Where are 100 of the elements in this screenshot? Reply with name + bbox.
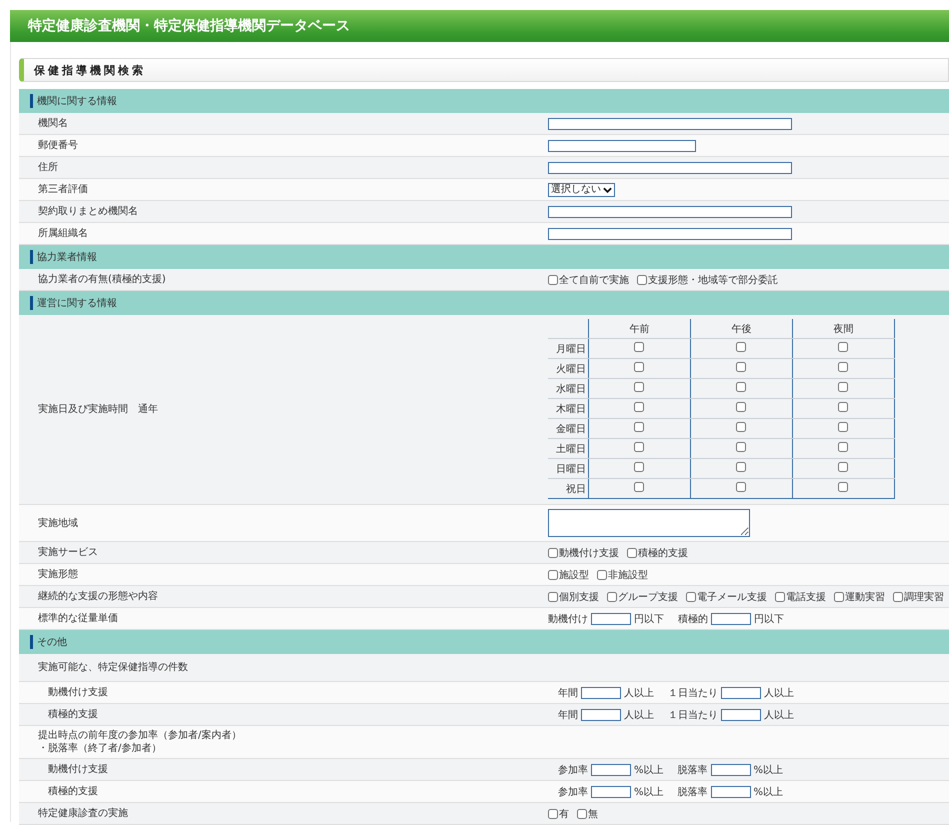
field-label: 継続的な支援の形態や内容 bbox=[38, 590, 158, 603]
checkbox[interactable] bbox=[838, 482, 848, 492]
checkbox-label: 有 bbox=[559, 808, 569, 820]
site-title: 特定健康診査機関・特定保健指導機関データベース bbox=[26, 17, 350, 35]
unit-label: １日当たり bbox=[668, 686, 718, 700]
field-label: 契約取りまとめ機関名 bbox=[38, 205, 138, 218]
unit-label: 年間 bbox=[558, 708, 578, 722]
checkbox[interactable] bbox=[634, 462, 644, 472]
field-label: 実施地域 bbox=[38, 516, 78, 530]
text-field[interactable] bbox=[548, 206, 792, 218]
unit-label: %以上 bbox=[754, 764, 784, 776]
number-field[interactable] bbox=[581, 686, 621, 698]
number-field[interactable] bbox=[591, 764, 631, 776]
checkbox[interactable] bbox=[838, 422, 848, 432]
checkbox[interactable] bbox=[736, 462, 746, 472]
field-label: 実施日及び実施時間 通年 bbox=[38, 403, 158, 416]
checkbox[interactable] bbox=[577, 808, 587, 818]
number-field[interactable] bbox=[710, 764, 751, 776]
checkbox-label: 積極的支援 bbox=[638, 546, 688, 560]
number-field[interactable] bbox=[721, 686, 761, 698]
text-field[interactable] bbox=[548, 140, 696, 152]
checkbox[interactable] bbox=[634, 402, 644, 412]
checkbox[interactable] bbox=[838, 442, 848, 452]
checkbox[interactable] bbox=[597, 570, 607, 580]
unit-label: %以上 bbox=[754, 786, 784, 798]
unit-label: 脱落率 bbox=[678, 786, 708, 798]
checkbox[interactable] bbox=[736, 442, 746, 452]
unit-label: 参加率 bbox=[558, 786, 588, 798]
unit-label: 脱落率 bbox=[678, 764, 708, 776]
checkbox[interactable] bbox=[607, 592, 617, 602]
text-field[interactable] bbox=[548, 118, 792, 130]
column-header: 午前 bbox=[630, 324, 650, 334]
checkbox[interactable] bbox=[634, 422, 644, 432]
number-field[interactable] bbox=[591, 786, 631, 798]
checkbox[interactable] bbox=[686, 592, 696, 602]
number-field[interactable] bbox=[581, 708, 621, 720]
field-label: 第三者評価 bbox=[38, 183, 88, 196]
checkbox[interactable] bbox=[736, 362, 746, 372]
checkbox-label: 動機付け支援 bbox=[559, 546, 619, 560]
field-label: 特定健康診査の実施 bbox=[38, 807, 128, 820]
checkbox-label: 調理実習 bbox=[904, 590, 944, 604]
checkbox[interactable] bbox=[548, 570, 558, 580]
number-field[interactable] bbox=[591, 612, 631, 624]
number-field[interactable] bbox=[710, 786, 751, 798]
checkbox[interactable] bbox=[736, 402, 746, 412]
field-label: 所属組織名 bbox=[38, 227, 88, 240]
text-area[interactable] bbox=[548, 509, 750, 537]
field-label: 実施形態 bbox=[38, 568, 78, 581]
day-label: 土曜日 bbox=[556, 444, 586, 454]
number-field[interactable] bbox=[711, 612, 751, 624]
unit-label: %以上 bbox=[634, 764, 664, 776]
dropdown[interactable]: 選択しない bbox=[548, 182, 615, 196]
checkbox[interactable] bbox=[834, 592, 844, 602]
checkbox[interactable] bbox=[548, 592, 558, 602]
day-label: 金曜日 bbox=[556, 424, 586, 434]
checkbox[interactable] bbox=[736, 422, 746, 432]
day-label: 木曜日 bbox=[556, 404, 586, 414]
checkbox[interactable] bbox=[838, 342, 848, 352]
section-title: 運営に関する情報 bbox=[37, 296, 117, 310]
checkbox[interactable] bbox=[634, 362, 644, 372]
number-field[interactable] bbox=[721, 708, 761, 720]
page-title: 保健指導機関検索 bbox=[34, 62, 146, 78]
unit-label: 人以上 bbox=[624, 686, 654, 700]
unit-label: 人以上 bbox=[764, 686, 794, 700]
day-label: 月曜日 bbox=[556, 344, 586, 354]
checkbox[interactable] bbox=[634, 482, 644, 492]
checkbox[interactable] bbox=[893, 592, 903, 602]
checkbox[interactable] bbox=[736, 382, 746, 392]
text-field[interactable] bbox=[548, 228, 792, 240]
checkbox[interactable] bbox=[838, 402, 848, 412]
checkbox[interactable] bbox=[634, 342, 644, 352]
checkbox[interactable] bbox=[634, 442, 644, 452]
checkbox[interactable] bbox=[838, 382, 848, 392]
day-label: 日曜日 bbox=[556, 464, 586, 474]
unit-label: １日当たり bbox=[668, 708, 718, 722]
checkbox[interactable] bbox=[634, 382, 644, 392]
unit-label: 円以下 bbox=[754, 612, 784, 626]
unit-label: 人以上 bbox=[624, 708, 654, 722]
day-label: 火曜日 bbox=[556, 364, 586, 374]
checkbox-label: 電子メール支援 bbox=[697, 590, 767, 604]
checkbox[interactable] bbox=[775, 592, 785, 602]
unit-label: 人以上 bbox=[764, 708, 794, 722]
checkbox-label: 支援形態・地域等で部分委託 bbox=[648, 274, 778, 286]
checkbox[interactable] bbox=[736, 342, 746, 352]
checkbox[interactable] bbox=[838, 362, 848, 372]
checkbox[interactable] bbox=[548, 548, 558, 558]
checkbox[interactable] bbox=[548, 808, 558, 818]
field-label: 動機付け支援 bbox=[48, 686, 108, 699]
text-field[interactable] bbox=[548, 162, 792, 174]
unit-label: 年間 bbox=[558, 686, 578, 700]
checkbox-label: 全て自前で実施 bbox=[559, 274, 629, 286]
checkbox[interactable] bbox=[548, 274, 558, 284]
field-label: 標準的な従量単価 bbox=[38, 612, 118, 625]
checkbox[interactable] bbox=[838, 462, 848, 472]
checkbox[interactable] bbox=[736, 482, 746, 492]
checkbox[interactable] bbox=[637, 274, 647, 284]
caret-icon bbox=[603, 186, 612, 192]
field-label: 郵便番号 bbox=[38, 139, 78, 152]
checkbox[interactable] bbox=[627, 548, 637, 558]
checkbox-label: グループ支援 bbox=[618, 590, 678, 604]
